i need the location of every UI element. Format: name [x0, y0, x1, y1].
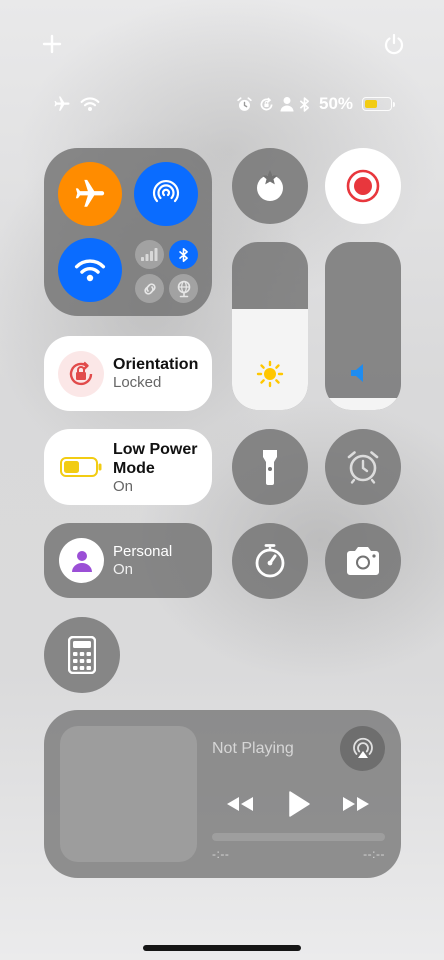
previous-track-button[interactable] [222, 789, 258, 819]
focus-mode-button[interactable] [232, 148, 308, 224]
personal-avatar [59, 538, 104, 583]
play-button[interactable] [282, 786, 316, 822]
airplay-icon [352, 737, 373, 758]
airplane-icon [54, 96, 70, 111]
alarm-button[interactable] [325, 429, 401, 505]
forward-icon [343, 797, 369, 811]
speaker-icon [351, 364, 363, 382]
timer-button[interactable] [232, 523, 308, 599]
airdrop-toggle[interactable] [134, 162, 198, 226]
screen-record-button[interactable] [325, 148, 401, 224]
vpn-toggle[interactable] [169, 274, 198, 303]
wifi-icon [74, 259, 106, 282]
now-playing-module[interactable]: Not Playing -:-- --:-- [44, 710, 401, 878]
cellular-signal-icon [141, 248, 158, 261]
hotspot-link-icon [143, 282, 156, 295]
rotation-lock-icon [69, 361, 93, 386]
camera-button[interactable] [325, 523, 401, 599]
rotation-lock-icon [260, 96, 273, 110]
sun-icon [256, 360, 284, 388]
orientation-lock-icon-wrap [58, 351, 104, 397]
wifi-icon [80, 97, 100, 111]
globe-network-icon [177, 280, 190, 297]
airdrop-icon [152, 179, 180, 203]
add-control-button[interactable] [38, 30, 66, 58]
low-power-title: Low Power Mode [113, 441, 198, 477]
battery-icon [362, 97, 396, 111]
person-icon [280, 97, 294, 112]
orientation-lock-button[interactable]: Orientation Locked [44, 336, 212, 411]
calculator-icon [68, 636, 96, 674]
power-button[interactable] [380, 30, 408, 58]
flashlight-icon [263, 450, 277, 485]
playback-progress-bar[interactable] [212, 833, 385, 841]
bluetooth-toggle[interactable] [169, 240, 198, 269]
album-artwork [60, 726, 197, 862]
volume-slider[interactable] [325, 242, 401, 410]
home-indicator[interactable] [143, 945, 301, 951]
battery-level-fill [365, 100, 378, 108]
bluetooth-icon [299, 96, 309, 112]
cellular-data-toggle[interactable] [135, 240, 164, 269]
power-icon [384, 33, 404, 55]
brightness-slider[interactable] [232, 242, 308, 410]
orientation-title: Orientation [113, 356, 199, 373]
person-icon [71, 550, 92, 572]
battery-percentage: 50% [319, 94, 354, 113]
low-power-status: On [113, 478, 134, 495]
wifi-toggle[interactable] [58, 238, 122, 302]
remaining-time: --:-- [363, 847, 385, 861]
add-icon [42, 34, 62, 54]
airplane-icon [75, 179, 105, 207]
bluetooth-icon [178, 247, 188, 262]
airplane-mode-toggle[interactable] [58, 162, 122, 226]
alarm-icon [347, 451, 379, 484]
focus-personal-button[interactable]: Personal On [44, 523, 212, 598]
volume-level-fill [325, 398, 401, 410]
camera-icon [347, 547, 379, 575]
personal-hotspot-toggle[interactable] [135, 274, 164, 303]
focus-status: On [113, 561, 134, 578]
airplay-button[interactable] [340, 726, 385, 771]
orientation-status: Locked [113, 374, 162, 391]
play-icon [289, 791, 310, 817]
next-track-button[interactable] [338, 789, 374, 819]
status-bar-right: 50% [236, 92, 396, 116]
focus-moon-icon [257, 170, 283, 201]
focus-title: Personal [113, 543, 173, 560]
connectivity-module[interactable] [44, 148, 212, 316]
timer-icon [255, 544, 285, 578]
calculator-button[interactable] [44, 617, 120, 693]
elapsed-time: -:-- [212, 847, 230, 861]
status-bar-left [52, 94, 100, 114]
screen-record-icon [346, 169, 380, 203]
low-power-mode-button[interactable]: Low Power Mode On [44, 429, 212, 505]
flashlight-button[interactable] [232, 429, 308, 505]
low-power-battery-icon [60, 457, 102, 477]
backward-icon [227, 797, 253, 811]
alarm-icon [237, 96, 252, 111]
now-playing-title: Not Playing [212, 740, 294, 757]
